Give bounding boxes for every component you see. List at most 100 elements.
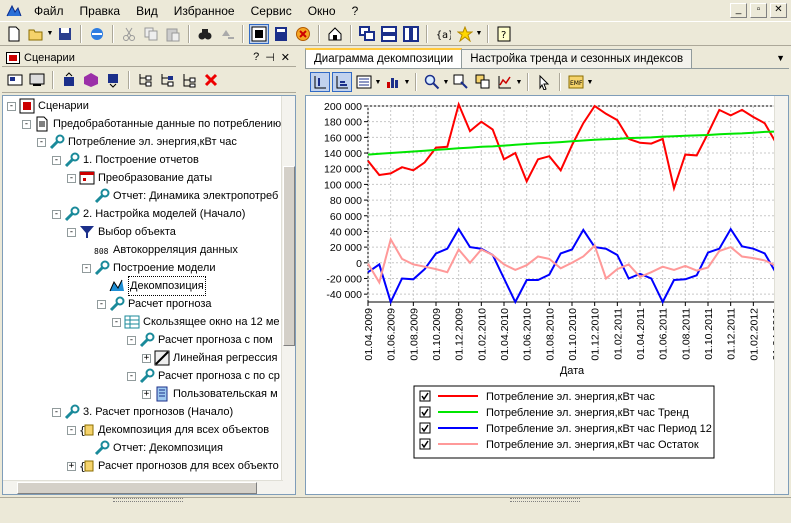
tree-node[interactable]: - Сценарии [7,97,89,115]
cut-button[interactable] [119,24,139,44]
menu-help[interactable]: ? [344,1,367,21]
menu-view[interactable]: Вид [128,1,166,21]
left-panel-grip[interactable] [113,498,183,502]
panel-close-button[interactable]: ✕ [281,51,290,64]
chart-list-dropdown-icon[interactable]: ▼ [374,79,382,86]
chart-vertical-scrollbar[interactable] [774,96,788,494]
collapse-toggle-icon[interactable]: - [22,119,31,129]
tab-decomposition-chart[interactable]: Диаграмма декомпозиции [305,48,463,68]
tree-node[interactable]: - Построение модели [82,259,215,277]
chart-lines-button[interactable] [495,72,515,92]
open-button[interactable] [26,24,46,44]
help-button[interactable]: ? [494,24,514,44]
find-button[interactable] [195,24,215,44]
tree-node[interactable]: - Преобразование даты [67,169,212,187]
menu-edit[interactable]: Правка [72,1,129,21]
favorites-button[interactable] [455,24,475,44]
zoom-button[interactable] [422,72,442,92]
tree-node[interactable]: + Линейная регрессия [142,349,278,367]
tree-node[interactable]: Отчет: Декомпозиция [82,439,223,457]
tab-trend-settings[interactable]: Настройка тренда и сезонных индексов [461,49,693,68]
close-button[interactable]: ✕ [770,3,787,18]
tree-expand-button[interactable] [135,70,155,90]
chart-mode-button-2[interactable] [332,72,352,92]
copy-button[interactable] [141,24,161,44]
favorites-dropdown-icon[interactable]: ▼ [475,30,483,37]
emf-export-button[interactable]: EMF [566,72,586,92]
chart-copy-button[interactable] [473,72,493,92]
tree-node[interactable]: - Расчет прогноза с пом [127,331,273,349]
menu-tools[interactable]: Сервис [243,1,300,21]
collapse-toggle-icon[interactable]: - [97,299,106,309]
tree-node[interactable]: 808 Автокорреляция данных [82,241,238,259]
chart-list-button[interactable] [354,72,374,92]
collapse-toggle-icon[interactable]: - [67,173,76,183]
tree-node[interactable]: - 2. Настройка моделей (Начало) [52,205,245,223]
collapse-toggle-icon[interactable]: - [52,155,61,165]
browser-button[interactable] [87,24,107,44]
tree-node[interactable]: - Выбор объекта [67,223,176,241]
collapse-toggle-icon[interactable]: - [112,317,121,327]
delete-button[interactable] [201,70,221,90]
tab-list-dropdown[interactable]: ▼ [776,53,785,63]
collapse-toggle-icon[interactable]: - [52,209,61,219]
save-button[interactable] [55,24,75,44]
object-inspector-button[interactable] [271,24,291,44]
panel-pin-button[interactable]: ⊣ [265,51,275,64]
collapse-toggle-icon[interactable]: - [127,371,136,381]
minimize-button[interactable]: _ [730,3,747,18]
scenario-run-button[interactable] [27,70,47,90]
expand-toggle-icon[interactable]: + [142,353,151,363]
scenario-cube-button[interactable] [81,70,101,90]
collapse-toggle-icon[interactable]: - [67,425,76,435]
open-dropdown-icon[interactable]: ▼ [46,30,54,37]
collapse-toggle-icon[interactable]: - [127,335,136,345]
chart-lines-dropdown-icon[interactable]: ▼ [515,79,523,86]
menu-window[interactable]: Окно [300,1,344,21]
chart-export-button[interactable] [451,72,471,92]
window-vertical-button[interactable] [401,24,421,44]
tree-node[interactable]: -{Декомпозиция для всех объектов [67,421,269,439]
scenario-properties-button[interactable] [5,70,25,90]
collapse-toggle-icon[interactable]: - [52,407,61,417]
tree-node[interactable]: - Расчет прогноза [97,295,211,313]
expand-toggle-icon[interactable]: + [142,389,151,399]
tree-node[interactable]: +{Расчет прогнозов для всех объекто [67,457,279,475]
emf-dropdown-icon[interactable]: ▼ [586,79,594,86]
tree-collapse-button[interactable] [157,70,177,90]
collapse-toggle-icon[interactable]: - [67,227,76,237]
chart-type-button[interactable] [383,72,403,92]
tree-node[interactable]: - Скользящее окно на 12 ме [112,313,280,331]
tree-node[interactable]: - Расчет прогноза с по ср [127,367,280,385]
chart-type-dropdown-icon[interactable]: ▼ [403,79,411,86]
menu-file[interactable]: Файл [26,1,72,21]
chart-cursor-button[interactable] [534,72,554,92]
home-button[interactable] [325,24,345,44]
scenarios-button[interactable] [249,23,269,44]
menu-favorites[interactable]: Избранное [166,1,243,21]
expand-toggle-icon[interactable]: + [67,461,76,471]
variable-button[interactable]: {a} [433,24,453,44]
paste-button[interactable] [163,24,183,44]
tree-level-button[interactable] [179,70,199,90]
collapse-toggle-icon[interactable]: - [37,137,46,147]
replace-button[interactable] [217,24,237,44]
zoom-dropdown-icon[interactable]: ▼ [442,79,450,86]
tree-node[interactable]: - Предобработанные данные по потреблению [22,115,281,133]
window-horizontal-button[interactable] [379,24,399,44]
tree-node[interactable]: Отчет: Динамика электропотреб [82,187,278,205]
tree-horizontal-scrollbar[interactable] [3,480,283,494]
window-cascade-button[interactable] [357,24,377,44]
stop-button[interactable] [293,24,313,44]
restore-button[interactable]: ▫ [750,3,767,18]
collapse-toggle-icon[interactable]: - [7,101,16,111]
chart-mode-button-1[interactable] [310,72,330,92]
tree-hscroll-thumb[interactable] [17,482,257,494]
tree-vscroll-thumb[interactable] [283,166,295,346]
tree-node[interactable]: - 1. Построение отчетов [52,151,199,169]
tree-node[interactable]: - Потребление эл. энергия,кВт час [37,133,237,151]
panel-help-button[interactable]: ? [253,51,259,64]
tree-vertical-scrollbar[interactable] [281,96,295,494]
tree-node[interactable]: Декомпозиция [97,276,206,296]
tree-node[interactable]: - 3. Расчет прогнозов (Начало) [52,403,233,421]
